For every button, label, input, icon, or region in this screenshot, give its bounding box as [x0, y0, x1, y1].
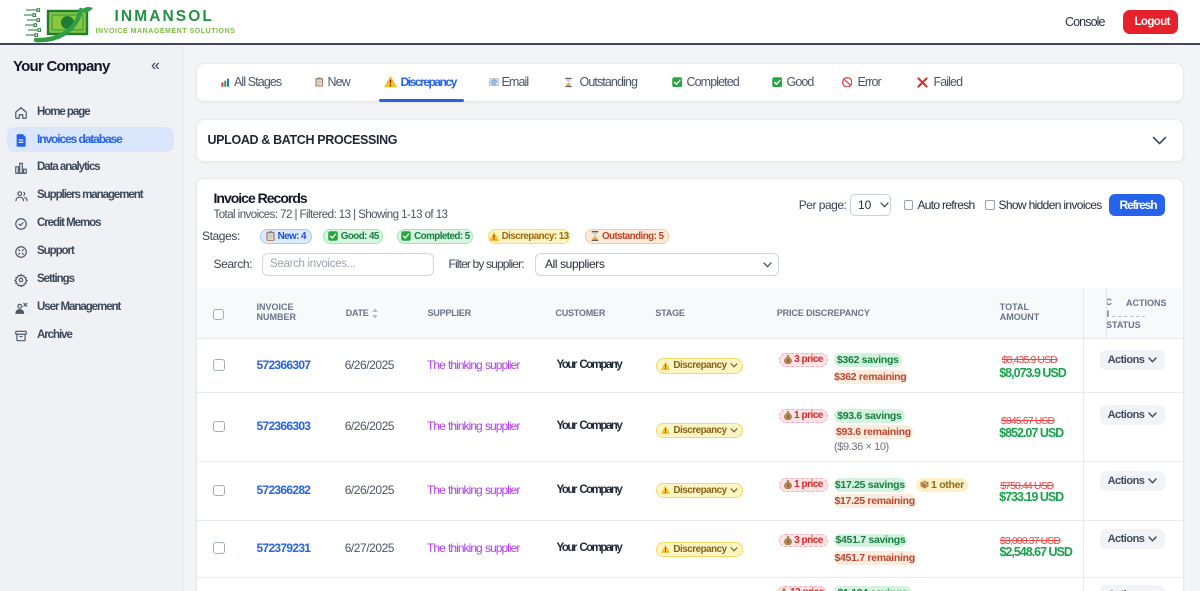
- svg-text:@: @: [491, 79, 497, 86]
